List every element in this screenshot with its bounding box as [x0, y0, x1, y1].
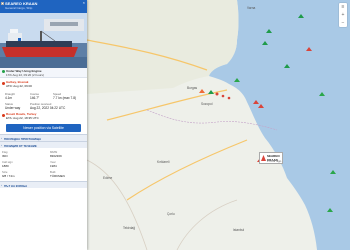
- vessel-map-popup[interactable]: SEAREO KRAAN 1 hour ago: [259, 152, 283, 164]
- stat-value: 7.7 kn (max 7.8): [53, 96, 77, 100]
- vessel-panel: SEAREO KRAAN General Cargo, Ship × Under…: [0, 0, 87, 250]
- section-last-ports[interactable]: › ПОСЛЕДНА ПРИСТАНИЩА: [0, 134, 87, 141]
- flag-icon: [1, 2, 4, 5]
- vessel-header: SEAREO KRAAN General Cargo, Ship ×: [0, 0, 87, 13]
- arrival-port[interactable]: Roseti Roads, Turkey ETA: Aug 22, 18:35 …: [0, 112, 87, 121]
- departure-port[interactable]: Gulbey, Bosnak ATD: Aug 22, 09:00: [0, 80, 87, 89]
- arrival-time: ETA: Aug 22, 18:35 UTC: [6, 115, 39, 120]
- departure-icon: [2, 82, 5, 85]
- map-toolbar: ≡ + −: [339, 3, 347, 27]
- status-row-value: Under way: [5, 106, 21, 110]
- chevron-right-icon: ›: [1, 183, 2, 188]
- stat-value: 4.1m: [5, 96, 13, 100]
- map-city-label: Burgas: [187, 86, 198, 90]
- satellite-position-button[interactable]: Newer position via Satellite: [6, 124, 81, 132]
- zoom-out-icon[interactable]: −: [340, 20, 346, 26]
- status-timeline: Under Way Using Engine 17th Aug 22, 09:2…: [0, 68, 87, 78]
- status-dot: [2, 70, 5, 73]
- close-icon[interactable]: ×: [83, 1, 85, 5]
- map-city-label: Tekirdağ: [123, 226, 136, 230]
- vessel-type: General Cargo, Ship: [5, 6, 33, 10]
- detail-value: 8302369: [50, 154, 62, 158]
- vessel-photo: [0, 13, 87, 68]
- layers-icon[interactable]: ≡: [340, 4, 346, 10]
- detail-value: 9/8 / 74m: [2, 174, 15, 178]
- chevron-right-icon: ›: [1, 136, 2, 141]
- detail-value: 1984: [50, 164, 57, 168]
- section-title: ПЪТ НА КОРАБА: [4, 183, 28, 188]
- map-city-label: Kırklareli: [157, 160, 170, 164]
- arrival-icon: [2, 114, 5, 117]
- chevron-right-icon: ›: [1, 143, 2, 148]
- stat-value: 146.7°: [30, 96, 40, 100]
- popup-time: 1 hour ago: [267, 159, 282, 163]
- updated-value: Aug 22, 2022 04:22 UTC: [30, 106, 66, 110]
- status-time: 17th Aug 22, 09:20 (2 hours): [6, 72, 45, 77]
- detail-value: TÜRKMEN: [50, 174, 65, 178]
- map-city-label: Sozopol: [201, 102, 213, 106]
- map-view[interactable]: ≡ + − Varna Burgas Edirne Kırklareli Ist…: [87, 0, 350, 250]
- detail-value: IMO: [2, 154, 8, 158]
- map-city-label: Çorlu: [167, 212, 175, 216]
- section-voyage[interactable]: › ПЪТ НА КОРАБА: [0, 181, 87, 188]
- section-position[interactable]: › ПОЗИЦИЯ ОТ ТЕЧЕНИЕ: [0, 141, 87, 148]
- zoom-in-icon[interactable]: +: [340, 12, 346, 18]
- detail-value: 1880: [2, 164, 9, 168]
- departure-time: ATD: Aug 22, 09:00: [6, 83, 32, 88]
- map-city-label: Istanbul: [233, 228, 245, 232]
- map-city-label: Varna: [247, 6, 256, 10]
- map-city-label: Edirne: [103, 176, 113, 180]
- vessel-icon: [261, 155, 266, 161]
- section-title: ПОЗИЦИЯ ОТ ТЕЧЕНИЕ: [4, 143, 37, 148]
